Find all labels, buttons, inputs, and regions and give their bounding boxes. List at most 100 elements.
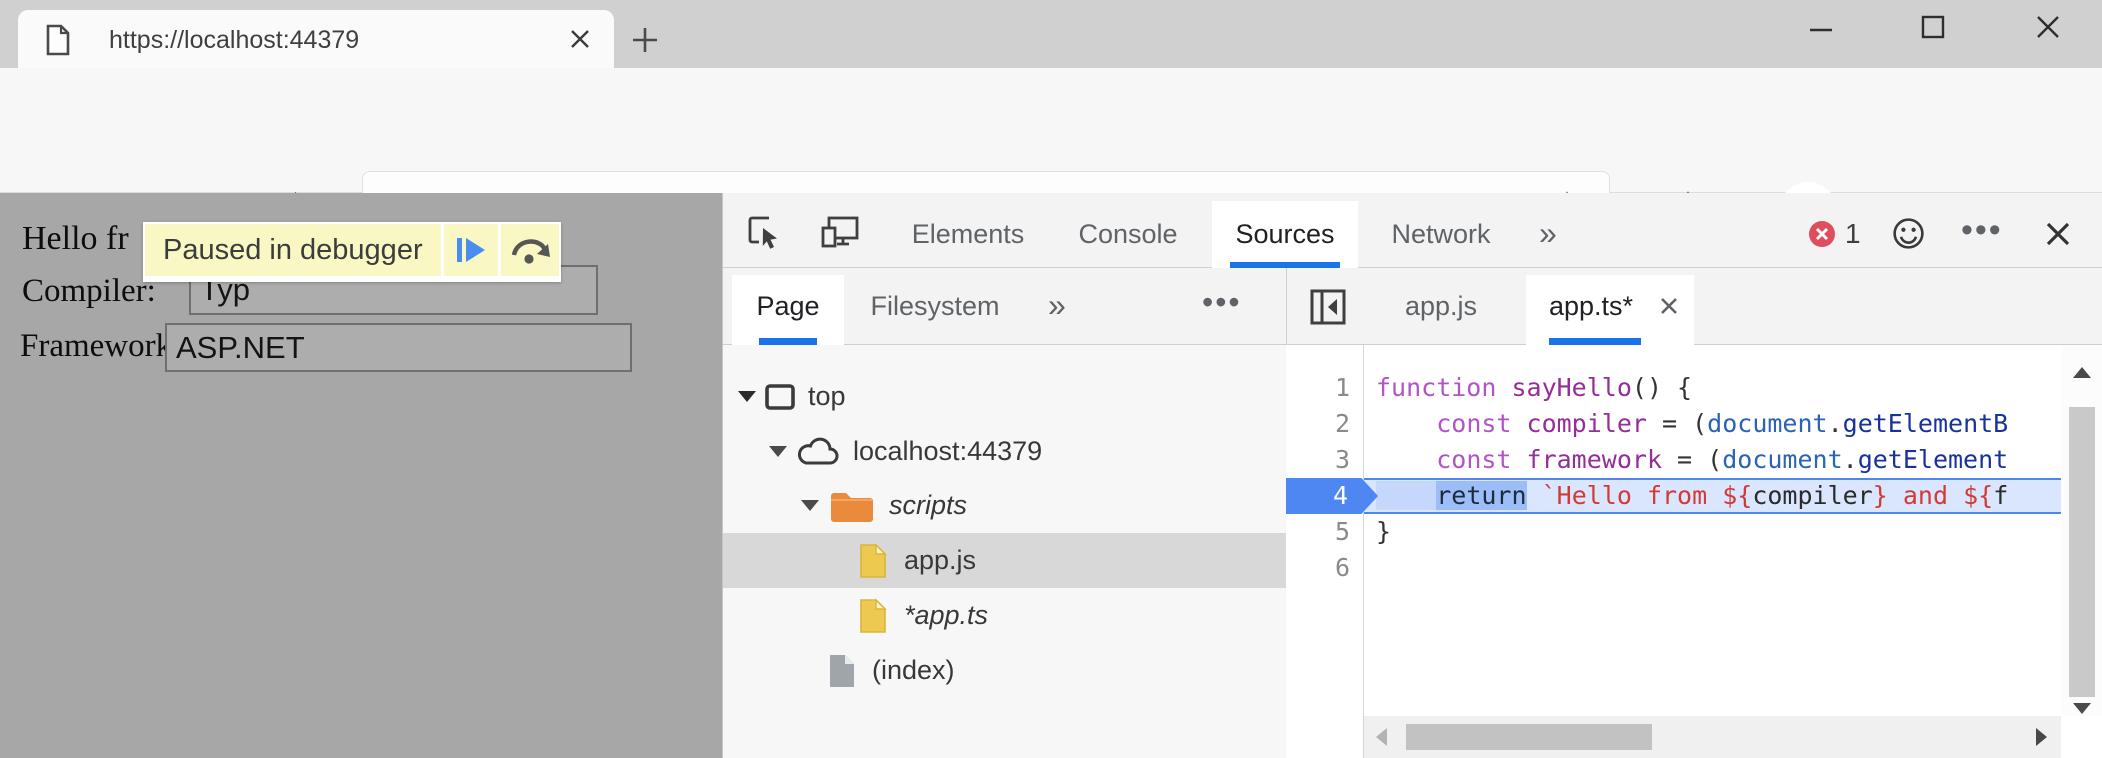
line-number[interactable]: 6	[1286, 550, 1363, 586]
tab-console[interactable]: Console	[1078, 219, 1177, 250]
tree-item-scripts[interactable]: scripts	[723, 478, 1286, 533]
token: = (	[1662, 445, 1722, 474]
token: }	[1376, 517, 1391, 546]
tree-label: app.js	[904, 545, 976, 576]
token: function	[1376, 373, 1511, 402]
scroll-down-arrow-icon[interactable]	[2073, 703, 2091, 714]
tab-network[interactable]: Network	[1391, 219, 1490, 250]
token: ${	[1722, 481, 1752, 510]
tree-item-index[interactable]: (index)	[723, 643, 1286, 698]
more-tabs-chevron-icon[interactable]: »	[1539, 215, 1557, 252]
expander-icon[interactable]	[801, 500, 819, 511]
tab-close-icon[interactable]	[569, 28, 591, 50]
vertical-scroll-thumb[interactable]	[2069, 407, 2095, 697]
browser-tab[interactable]: https://localhost:44379	[18, 10, 614, 68]
token: document	[1722, 445, 1842, 474]
token: compiler	[1527, 409, 1647, 438]
cloud-icon	[795, 436, 841, 468]
line-number[interactable]: 1	[1286, 370, 1363, 406]
framework-label: Framework:	[20, 328, 181, 365]
file-icon	[858, 597, 888, 635]
horizontal-scroll-thumb[interactable]	[1406, 724, 1652, 750]
code-line[interactable]: const framework = (document.getElement	[1376, 442, 2008, 478]
collapse-sidebar-icon[interactable]	[1309, 288, 1347, 326]
token: compiler	[1752, 481, 1872, 510]
step-over-button[interactable]	[501, 224, 559, 276]
expander-icon[interactable]	[769, 446, 787, 457]
file-tree: top localhost:44379 scripts	[723, 345, 1286, 758]
paused-in-debugger-banner: Paused in debugger	[143, 222, 561, 282]
devtools-menu-icon[interactable]: •••	[1961, 211, 2003, 250]
token: f	[1993, 481, 2008, 510]
tree-item-app-ts[interactable]: *app.ts	[723, 588, 1286, 643]
token: }	[1873, 481, 1888, 510]
device-toolbar-icon[interactable]	[821, 213, 861, 251]
token	[1376, 445, 1436, 474]
editor-tab-close-icon[interactable]	[1659, 296, 1679, 316]
tab-title: https://localhost:44379	[109, 26, 359, 55]
token	[1527, 481, 1542, 510]
tab-elements[interactable]: Elements	[912, 219, 1025, 250]
token: ${	[1963, 481, 1993, 510]
page-favicon-icon	[45, 24, 71, 56]
token: framework	[1527, 445, 1662, 474]
code-editor[interactable]: function sayHello() { const compiler = (…	[1364, 345, 2061, 716]
sidebar-overflow-menu-icon[interactable]: •••	[1202, 284, 1242, 321]
tree-item-localhost[interactable]: localhost:44379	[723, 424, 1286, 479]
whitespace-selection	[1376, 481, 1436, 510]
tree-label: scripts	[889, 490, 967, 521]
token	[1376, 409, 1436, 438]
tree-label: localhost:44379	[853, 436, 1042, 467]
editor-vertical-scrollbar[interactable]	[2061, 345, 2102, 716]
sidebar-tab-page[interactable]: Page	[756, 291, 819, 322]
page-heading: Hello fr	[22, 220, 129, 258]
editor-tab-app-ts[interactable]: app.ts*	[1549, 291, 1633, 322]
devtools-main-toolbar: Elements Console Sources Network » 1 •••	[723, 193, 2102, 268]
expander-icon[interactable]	[738, 391, 756, 402]
line-number[interactable]: 2	[1286, 406, 1363, 442]
editor-horizontal-scrollbar[interactable]	[1364, 716, 2061, 758]
scroll-right-arrow-icon[interactable]	[2036, 728, 2047, 746]
browser-toolbar: https://localhost:44379	[0, 68, 2102, 193]
framework-input[interactable]	[165, 323, 632, 372]
sidebar-more-chevron-icon[interactable]: »	[1048, 287, 1066, 324]
scroll-up-arrow-icon[interactable]	[2073, 367, 2091, 378]
code-line-paused[interactable]: return `Hello from ${compiler} and ${f	[1376, 478, 2008, 514]
tree-item-app-js[interactable]: app.js	[723, 533, 1286, 588]
window-maximize-button[interactable]	[1918, 12, 1948, 42]
error-badge-icon[interactable]	[1808, 220, 1836, 248]
window-close-button[interactable]	[2033, 12, 2063, 42]
code-line[interactable]: const compiler = (document.getElementB	[1376, 406, 2008, 442]
line-number[interactable]: 3	[1286, 442, 1363, 478]
sidebar-tab-page-underline	[759, 338, 817, 345]
devtools-panel: Elements Console Sources Network » 1 •••…	[722, 193, 2102, 758]
token: and	[1888, 481, 1963, 510]
new-tab-button[interactable]	[631, 26, 659, 54]
sidebar-tab-filesystem[interactable]: Filesystem	[870, 291, 999, 322]
file-icon	[858, 542, 888, 580]
line-number[interactable]: 5	[1286, 514, 1363, 550]
devtools-close-icon[interactable]	[2045, 221, 2071, 247]
resume-script-button[interactable]	[444, 224, 498, 276]
scroll-left-arrow-icon[interactable]	[1376, 728, 1387, 746]
token: .	[1843, 445, 1858, 474]
tree-item-top[interactable]: top	[723, 369, 1286, 424]
token: () {	[1632, 373, 1692, 402]
devtools-feedback-smiley-icon[interactable]	[1890, 215, 1927, 252]
tab-strip: https://localhost:44379	[0, 0, 2102, 68]
window-minimize-button[interactable]	[1806, 14, 1836, 44]
sources-sub-toolbar: Page Filesystem » ••• app.js app.ts*	[723, 268, 2102, 345]
tab-sources[interactable]: Sources	[1235, 219, 1334, 250]
token: const	[1436, 445, 1526, 474]
inspect-element-icon[interactable]	[745, 213, 783, 251]
token: document	[1707, 409, 1827, 438]
token: = (	[1647, 409, 1707, 438]
paused-line-number-badge[interactable]: 4	[1286, 478, 1378, 514]
token: .	[1828, 409, 1843, 438]
code-line[interactable]: function sayHello() {	[1376, 370, 1692, 406]
token: const	[1436, 409, 1526, 438]
code-line[interactable]: }	[1376, 514, 1391, 550]
executing-token: return	[1436, 481, 1526, 510]
resume-icon	[455, 235, 487, 265]
editor-tab-app-js[interactable]: app.js	[1405, 291, 1477, 322]
